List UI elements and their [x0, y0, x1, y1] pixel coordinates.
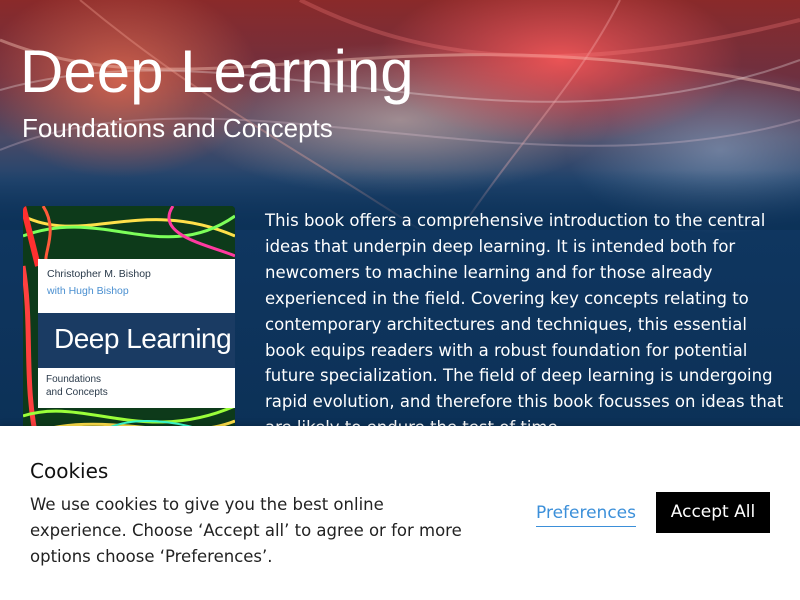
cover-author: Christopher M. Bishop [47, 268, 151, 280]
book-cover-image: Christopher M. Bishop with Hugh Bishop D… [23, 206, 235, 446]
cover-coauthor: with Hugh Bishop [47, 285, 129, 297]
page-title: Deep Learning [20, 38, 414, 105]
cover-author-band: Christopher M. Bishop with Hugh Bishop [38, 259, 235, 313]
book-description: This book offers a comprehensive introdu… [265, 211, 784, 437]
preferences-link[interactable]: Preferences [536, 500, 636, 527]
cover-title-band: Deep Learning [38, 313, 235, 368]
accept-all-button[interactable]: Accept All [656, 492, 770, 533]
cover-subtitle-line2: and Concepts [46, 387, 108, 398]
cover-subtitle-band: Foundations and Concepts [38, 368, 235, 408]
book-page: Deep Learning Foundations and Concepts C… [0, 0, 800, 600]
cover-subtitle-line1: Foundations [46, 374, 102, 385]
page-subtitle: Foundations and Concepts [22, 113, 333, 143]
cover-title: Deep Learning [54, 323, 232, 354]
cookie-banner: Cookies We use cookies to give you the b… [0, 426, 800, 600]
cookie-banner-title: Cookies [30, 459, 109, 483]
cookie-banner-text: We use cookies to give you the best onli… [30, 495, 462, 566]
